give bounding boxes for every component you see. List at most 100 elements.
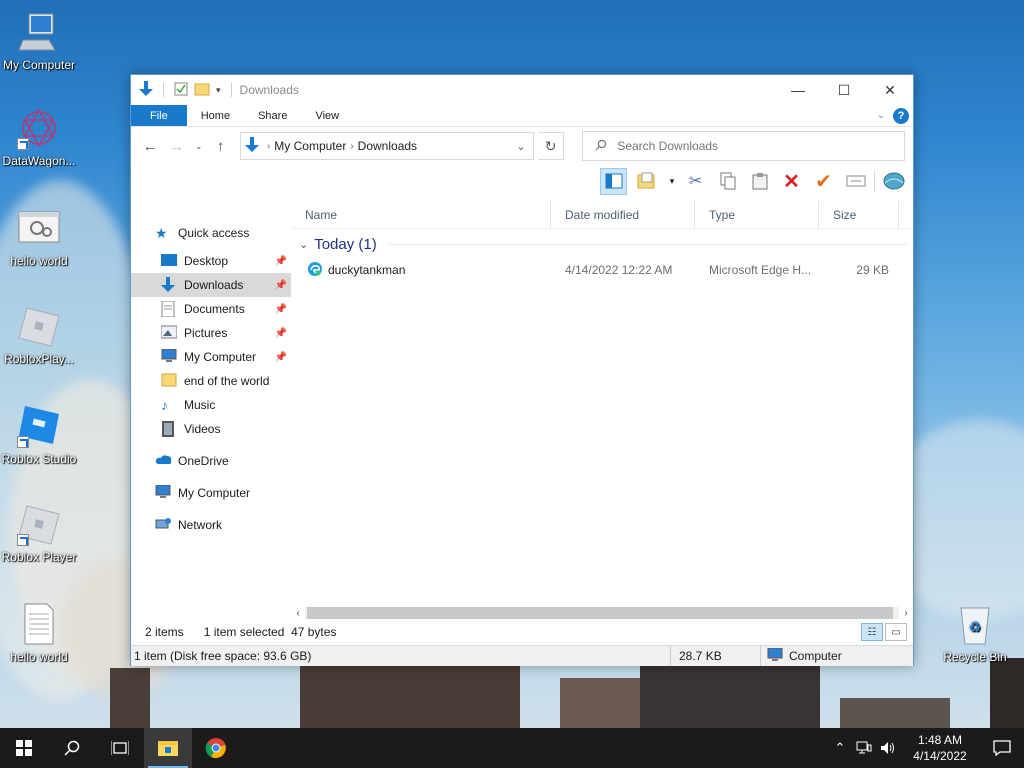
column-name[interactable]: Name (291, 200, 551, 229)
notification-center-button[interactable] (980, 740, 1024, 756)
nav-quick-access[interactable]: ★ Quick access (131, 217, 291, 249)
file-size: 29 KB (856, 263, 889, 277)
nav-my-computer[interactable]: My Computer (131, 477, 291, 509)
film-icon (161, 421, 177, 437)
search-box[interactable] (582, 131, 906, 161)
copy-icon[interactable] (714, 168, 741, 195)
scroll-left-icon[interactable]: ‹ (291, 608, 305, 619)
task-view-button[interactable] (96, 728, 144, 768)
maximize-button[interactable]: ☐ (821, 75, 867, 105)
details-view-icon[interactable]: ☷ (861, 623, 883, 641)
group-header-today[interactable]: ⌄ Today (1) (291, 229, 913, 259)
tab-file[interactable]: File (131, 105, 187, 126)
pin-icon[interactable]: 📌 (275, 352, 287, 363)
tab-view[interactable]: View (301, 105, 353, 126)
pin-icon[interactable]: 📌 (275, 304, 287, 315)
dropdown-icon[interactable]: ▾ (667, 168, 677, 195)
desktop-icon-recycle-bin[interactable]: ♻ Recycle Bin (933, 602, 1017, 664)
clock[interactable]: 1:48 AM 4/14/2022 (900, 732, 980, 764)
desktop-icon-datawagon[interactable]: DataWagon... (0, 106, 81, 168)
cut-icon[interactable]: ✂ (682, 168, 709, 195)
address-dropdown-icon[interactable]: ⌄ (509, 140, 533, 153)
chrome-icon (205, 738, 226, 759)
column-size[interactable]: Size (819, 200, 899, 229)
chevron-right-icon: › (266, 140, 271, 152)
up-button[interactable]: ↑ (209, 134, 232, 158)
new-folder-icon[interactable] (194, 82, 210, 99)
preview-pane-icon[interactable] (600, 167, 627, 195)
scrollbar-thumb[interactable] (307, 607, 893, 619)
tab-home[interactable]: Home (187, 105, 244, 126)
minimize-button[interactable]: — (775, 75, 821, 105)
selection-size: 47 bytes (291, 625, 337, 639)
check-icon[interactable]: ✔ (810, 168, 837, 195)
download-arrow-icon (244, 136, 259, 156)
start-button[interactable] (0, 728, 48, 768)
large-icons-view-icon[interactable]: ▭ (885, 623, 907, 641)
chevron-up-icon[interactable]: ⌃ (828, 740, 852, 756)
recent-locations-button[interactable]: ⌄ (192, 134, 205, 158)
file-explorer-icon (158, 741, 178, 756)
shell-globe-icon[interactable] (880, 168, 907, 195)
desktop-icon-robloxplayer-installer[interactable]: RobloxPlay... (0, 304, 81, 366)
address-bar[interactable]: › My Computer › Downloads ⌄ (239, 132, 534, 160)
expand-ribbon-icon[interactable]: ⌄ (877, 110, 885, 121)
nav-item-end-of-the-world[interactable]: end of the world (131, 369, 291, 393)
search-input[interactable] (617, 139, 898, 153)
nav-item-desktop[interactable]: Desktop 📌 (131, 249, 291, 273)
roblox-icon (17, 304, 61, 348)
close-button[interactable]: ✕ (867, 75, 913, 105)
nav-onedrive[interactable]: OneDrive (131, 445, 291, 477)
desktop-icon-roblox-studio[interactable]: Roblox Studio (0, 404, 81, 466)
wallpaper-skyline (0, 658, 1024, 728)
nav-item-documents[interactable]: Documents 📌 (131, 297, 291, 321)
help-icon[interactable]: ? (893, 107, 909, 124)
music-note-icon: ♪ (161, 397, 168, 413)
status-line: 2 items 1 item selected 47 bytes ☷ ▭ (131, 621, 913, 643)
title-bar[interactable]: ▾ Downloads — ☐ ✕ (131, 75, 913, 105)
column-date-modified[interactable]: Date modified (551, 200, 695, 229)
nav-item-videos[interactable]: Videos (131, 417, 291, 441)
volume-icon[interactable] (876, 741, 900, 755)
computer-icon (767, 647, 783, 665)
pin-icon[interactable]: 📌 (275, 280, 287, 291)
properties-icon[interactable] (174, 82, 188, 99)
refresh-button[interactable]: ↻ (537, 132, 565, 160)
rename-icon[interactable] (842, 168, 869, 195)
search-button[interactable] (48, 728, 96, 768)
nav-item-pictures[interactable]: Pictures 📌 (131, 321, 291, 345)
documents-icon (161, 300, 177, 318)
tab-share[interactable]: Share (244, 105, 301, 126)
forward-button[interactable]: → (166, 134, 189, 158)
desktop-icon-roblox-player[interactable]: Roblox Player (0, 502, 81, 564)
delete-icon[interactable]: ✕ (778, 168, 805, 195)
desktop-icon-my-computer[interactable]: My Computer (0, 10, 81, 72)
desktop-icon-hello-world-text[interactable]: hello world (0, 602, 81, 664)
windows-logo-icon (16, 740, 32, 756)
system-tray: ⌃ 1:48 AM 4/14/2022 (828, 728, 1024, 768)
column-type[interactable]: Type (695, 200, 819, 229)
nav-item-my-computer-pinned[interactable]: My Computer 📌 (131, 345, 291, 369)
settings-app-icon (17, 206, 61, 250)
ribbon-tabs: File Home Share View ⌄ ? (131, 105, 913, 127)
pin-icon[interactable]: 📌 (275, 328, 287, 339)
breadcrumb-downloads[interactable]: Downloads (358, 139, 417, 153)
desktop-icon-hello-world-app[interactable]: hello world (0, 206, 81, 268)
pin-icon[interactable]: 📌 (275, 256, 287, 267)
horizontal-scrollbar[interactable]: ‹ › (291, 605, 913, 621)
paste-icon[interactable] (746, 168, 773, 195)
nav-item-music[interactable]: ♪ Music (131, 393, 291, 417)
toolbar: ▾ ✂ ✕ ✔ (131, 165, 913, 197)
cloud-icon (155, 453, 172, 469)
taskbar-file-explorer[interactable] (144, 728, 192, 768)
taskbar-chrome[interactable] (192, 728, 240, 768)
nav-network[interactable]: Network (131, 509, 291, 541)
network-icon[interactable] (852, 741, 876, 755)
nav-item-downloads[interactable]: Downloads 📌 (131, 273, 291, 297)
back-button[interactable]: ← (139, 134, 162, 158)
properties-folder-icon[interactable] (632, 168, 662, 195)
scroll-right-icon[interactable]: › (899, 608, 913, 619)
breadcrumb-my-computer[interactable]: My Computer (274, 139, 346, 153)
file-row[interactable]: duckytankman 4/14/2022 12:22 AM Microsof… (291, 259, 913, 281)
customize-dropdown-icon[interactable]: ▾ (216, 85, 221, 96)
